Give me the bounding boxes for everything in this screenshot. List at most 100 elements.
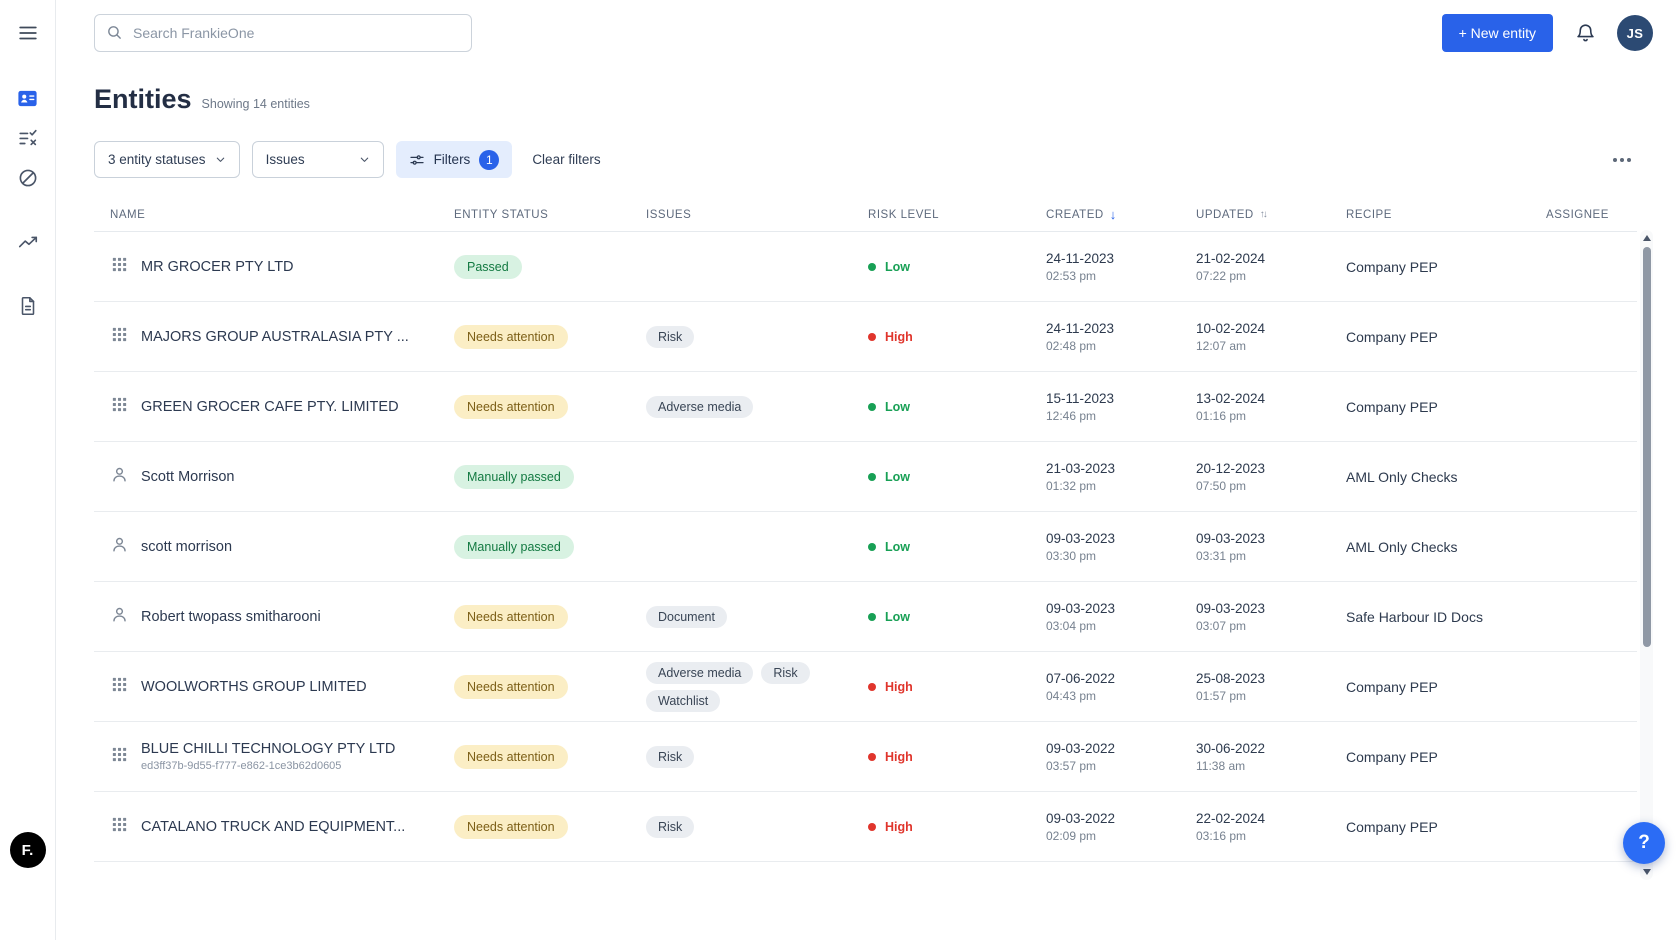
trending-icon[interactable]	[16, 230, 40, 254]
company-icon	[110, 815, 129, 839]
updated-time: 11:38 am	[1196, 759, 1318, 773]
status-cell: Manually passed	[438, 535, 630, 559]
created-cell: 21-03-2023 01:32 pm	[1030, 461, 1180, 493]
table-header: NAME ENTITY STATUS ISSUES RISK LEVEL CRE…	[94, 198, 1637, 232]
issues-cell: Adverse media	[630, 396, 852, 418]
person-icon	[110, 535, 129, 559]
updated-cell: 22-02-2024 03:16 pm	[1180, 811, 1330, 843]
table-row[interactable]: BLUE CHILLI TECHNOLOGY PTY LTD ed3ff37b-…	[94, 722, 1637, 792]
risk-cell: Low	[852, 610, 1030, 624]
created-date: 07-06-2022	[1046, 671, 1168, 686]
created-date: 09-03-2023	[1046, 601, 1168, 616]
filters-button[interactable]: Filters 1	[396, 141, 513, 178]
scrollbar-thumb[interactable]	[1643, 247, 1651, 647]
search-input[interactable]	[94, 14, 472, 52]
status-badge: Needs attention	[454, 395, 568, 419]
issues-cell: Risk	[630, 746, 852, 768]
contacts-icon[interactable]	[16, 86, 40, 110]
updated-cell: 09-03-2023 03:07 pm	[1180, 601, 1330, 633]
entity-name: WOOLWORTHS GROUP LIMITED	[141, 679, 367, 695]
risk-cell: High	[852, 680, 1030, 694]
risk-cell: Low	[852, 400, 1030, 414]
risk-dot	[868, 613, 876, 621]
created-date: 09-03-2022	[1046, 741, 1168, 756]
issues-dropdown[interactable]: Issues	[252, 141, 384, 178]
name-cell: WOOLWORTHS GROUP LIMITED	[94, 675, 438, 699]
menu-icon[interactable]	[16, 21, 40, 45]
column-header-created[interactable]: CREATED ↓	[1030, 207, 1180, 222]
updated-time: 03:31 pm	[1196, 549, 1318, 563]
table-row[interactable]: GREEN GROCER CAFE PTY. LIMITED Needs att…	[94, 372, 1637, 442]
column-header-recipe[interactable]: RECIPE	[1330, 209, 1530, 221]
table-row[interactable]: WOOLWORTHS GROUP LIMITED Needs attention…	[94, 652, 1637, 722]
column-header-name[interactable]: NAME	[94, 209, 438, 221]
created-time: 03:57 pm	[1046, 759, 1168, 773]
recipe-cell: Safe Harbour ID Docs	[1330, 609, 1530, 625]
created-cell: 09-03-2022 03:57 pm	[1030, 741, 1180, 773]
checklist-icon[interactable]	[16, 126, 40, 150]
sort-toggle-icon: ↑↓	[1260, 209, 1266, 220]
updated-time: 07:22 pm	[1196, 269, 1318, 283]
updated-date: 21-02-2024	[1196, 251, 1318, 266]
frankieone-logo[interactable]: F.	[10, 832, 46, 868]
notifications-bell-icon[interactable]	[1573, 21, 1597, 45]
created-date: 24-11-2023	[1046, 321, 1168, 336]
created-date: 09-03-2022	[1046, 811, 1168, 826]
avatar[interactable]: JS	[1617, 15, 1653, 51]
updated-date: 25-08-2023	[1196, 671, 1318, 686]
risk-dot	[868, 823, 876, 831]
recipe-cell: Company PEP	[1330, 399, 1530, 415]
entity-statuses-dropdown[interactable]: 3 entity statuses	[94, 141, 240, 178]
column-header-assignee[interactable]: ASSIGNEE	[1530, 209, 1637, 221]
sliders-icon	[409, 152, 425, 168]
column-header-entity-status[interactable]: ENTITY STATUS	[438, 209, 630, 221]
more-options-icon[interactable]	[1607, 152, 1637, 168]
updated-cell: 20-12-2023 07:50 pm	[1180, 461, 1330, 493]
sort-descending-icon: ↓	[1110, 207, 1117, 222]
status-badge: Needs attention	[454, 675, 568, 699]
issues-label: Issues	[266, 152, 305, 167]
table-scrollbar[interactable]	[1640, 230, 1653, 880]
updated-time: 07:50 pm	[1196, 479, 1318, 493]
entity-name: MR GROCER PTY LTD	[141, 259, 294, 275]
created-time: 02:09 pm	[1046, 829, 1168, 843]
created-date: 21-03-2023	[1046, 461, 1168, 476]
name-cell: CATALANO TRUCK AND EQUIPMENT...	[94, 815, 438, 839]
table-row[interactable]: MAJORS GROUP AUSTRALASIA PTY ... Needs a…	[94, 302, 1637, 372]
recipe-cell: Company PEP	[1330, 749, 1530, 765]
new-entity-button[interactable]: + New entity	[1442, 14, 1553, 52]
risk-cell: Low	[852, 540, 1030, 554]
company-icon	[110, 675, 129, 699]
entity-name: MAJORS GROUP AUSTRALASIA PTY ...	[141, 329, 409, 345]
updated-cell: 21-02-2024 07:22 pm	[1180, 251, 1330, 283]
column-label: RISK LEVEL	[868, 209, 939, 221]
risk-label: Low	[885, 260, 910, 274]
filters-label: Filters	[434, 152, 471, 167]
table-row[interactable]: Robert twopass smitharooni Needs attenti…	[94, 582, 1637, 652]
scrollbar-up-arrow[interactable]	[1643, 235, 1651, 241]
created-cell: 09-03-2023 03:04 pm	[1030, 601, 1180, 633]
risk-cell: Low	[852, 470, 1030, 484]
column-header-risk-level[interactable]: RISK LEVEL	[852, 209, 1030, 221]
status-cell: Passed	[438, 255, 630, 279]
created-cell: 09-03-2023 03:30 pm	[1030, 531, 1180, 563]
clear-filters-button[interactable]: Clear filters	[532, 152, 600, 167]
company-icon	[110, 255, 129, 279]
blocked-icon[interactable]	[16, 166, 40, 190]
page-head: Entities Showing 14 entities	[94, 84, 1637, 115]
recipe-cell: Company PEP	[1330, 329, 1530, 345]
table-row[interactable]: CATALANO TRUCK AND EQUIPMENT... Needs at…	[94, 792, 1637, 862]
updated-date: 10-02-2024	[1196, 321, 1318, 336]
name-cell: Robert twopass smitharooni	[94, 605, 438, 629]
table-row[interactable]: Scott Morrison Manually passed Low 21-03…	[94, 442, 1637, 512]
entity-name: BLUE CHILLI TECHNOLOGY PTY LTD	[141, 741, 395, 757]
column-header-issues[interactable]: ISSUES	[630, 209, 852, 221]
scrollbar-down-arrow[interactable]	[1643, 869, 1651, 875]
issue-chip: Risk	[761, 662, 809, 684]
document-icon[interactable]	[16, 294, 40, 318]
created-date: 15-11-2023	[1046, 391, 1168, 406]
table-row[interactable]: MR GROCER PTY LTD Passed Low 24-11-2023 …	[94, 232, 1637, 302]
column-header-updated[interactable]: UPDATED ↑↓	[1180, 209, 1330, 221]
table-row[interactable]: scott morrison Manually passed Low 09-03…	[94, 512, 1637, 582]
help-button[interactable]: ?	[1623, 822, 1665, 864]
